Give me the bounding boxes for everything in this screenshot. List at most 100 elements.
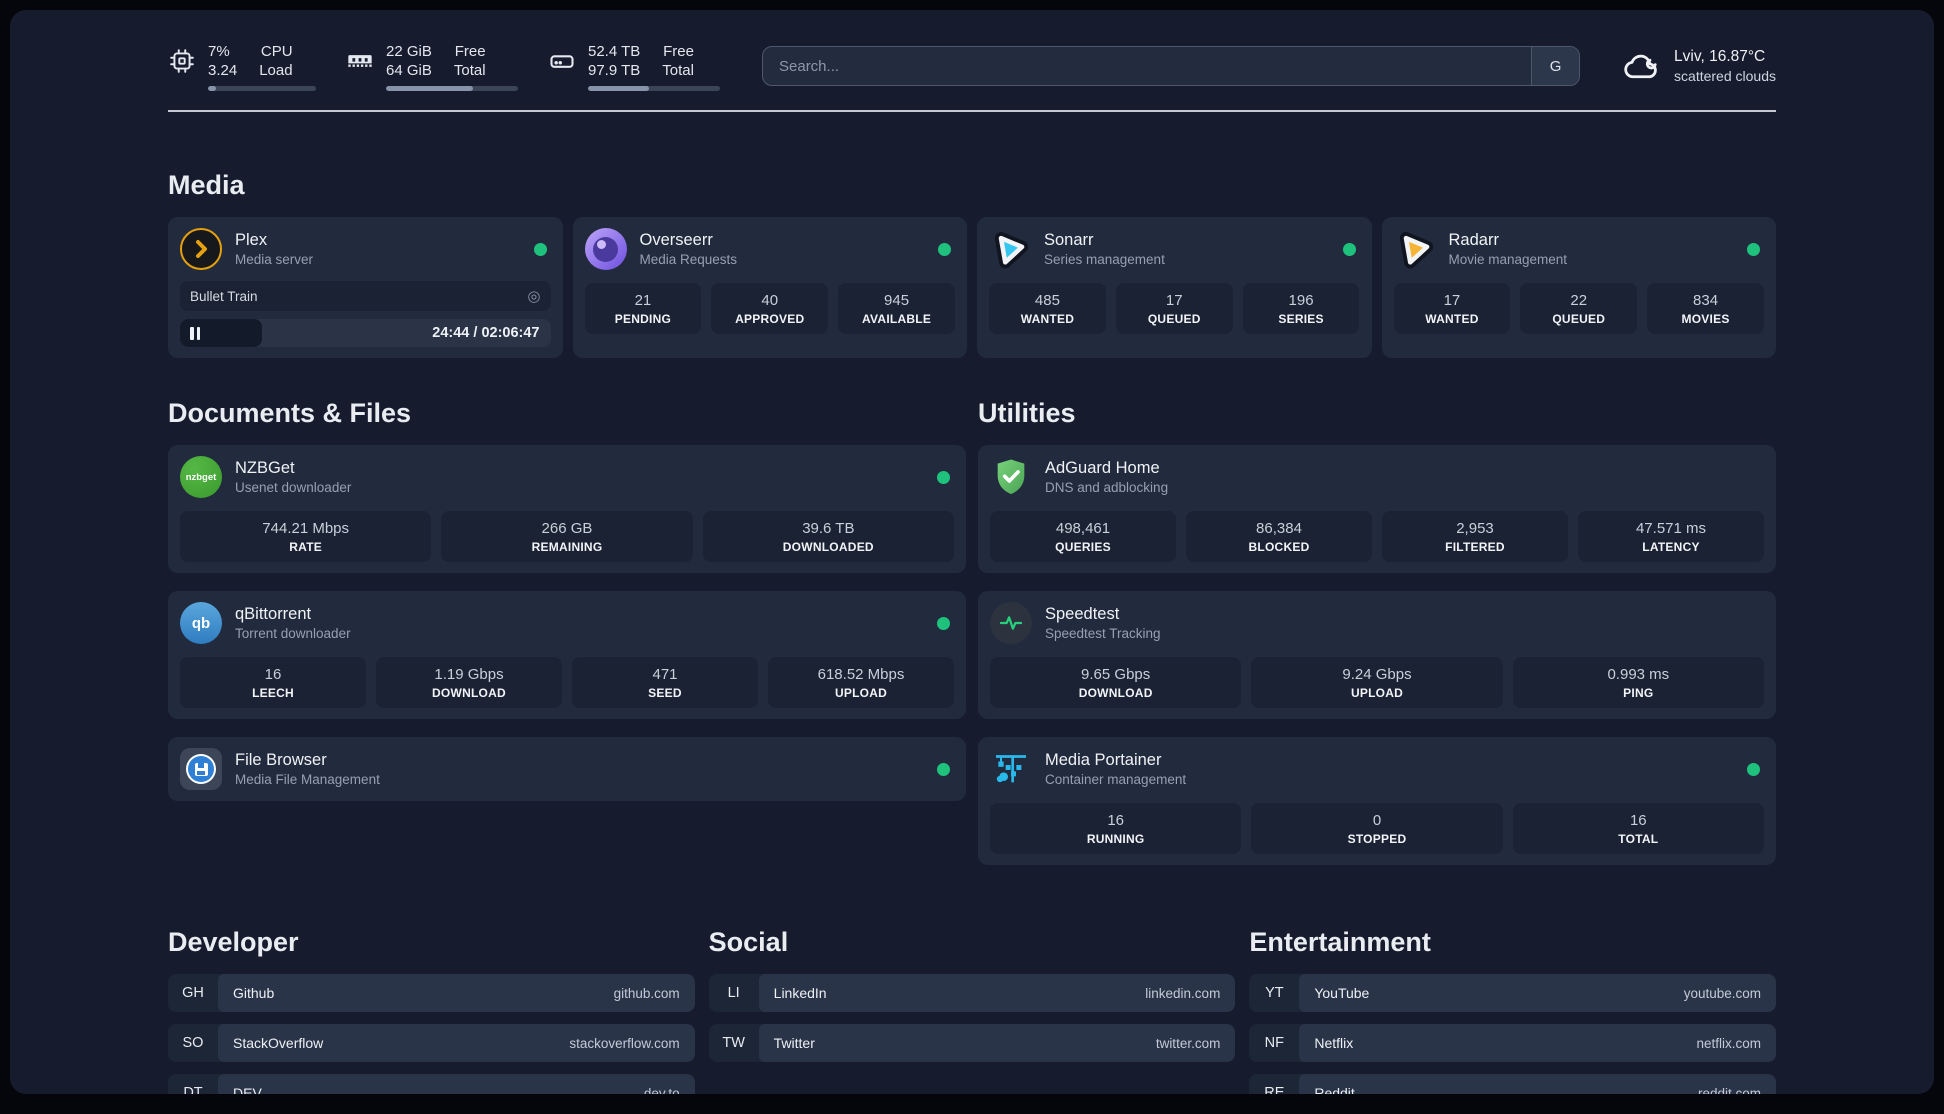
bookmark-abbr: NF (1264, 1035, 1284, 1051)
service-card-portainer[interactable]: Media Portainer Container management 16 … (978, 737, 1776, 865)
stat-tile: 86,384 BLOCKED (1186, 511, 1372, 562)
service-card-speedtest[interactable]: Speedtest Speedtest Tracking 9.65 Gbps D… (978, 591, 1776, 719)
stat-tile: 0.993 ms PING (1512, 657, 1764, 708)
search-provider-button[interactable]: G (1531, 47, 1580, 85)
bookmark-netflix[interactable]: NF Netflix netflix.com (1249, 1024, 1776, 1062)
service-name: Sonarr (1044, 230, 1094, 249)
bookmark-group-developer: Developer GH Github github.com SO StackOv… (168, 927, 695, 1094)
stat-value: 0 (1372, 812, 1382, 829)
section-title-entertainment: Entertainment (1249, 927, 1431, 957)
bookmark-name: Twitter (773, 1035, 815, 1051)
stat-label: WANTED (1425, 312, 1479, 326)
stat-value: 16 (264, 666, 282, 683)
stat-label: QUERIES (1055, 540, 1111, 554)
bookmark-abbr: LI (727, 985, 740, 1001)
stat-label: RATE (289, 540, 323, 554)
stat-value: 21 (634, 292, 652, 309)
stat-label: LEECH (252, 686, 294, 700)
bookmark-youtube[interactable]: YT YouTube youtube.com (1249, 974, 1776, 1012)
bookmark-dev[interactable]: DT DEV dev.to (168, 1074, 695, 1094)
bookmark-url: youtube.com (1683, 985, 1761, 1001)
stat-value: 9.24 Gbps (1342, 666, 1412, 683)
stat-value: 2,953 (1456, 520, 1494, 537)
bookmark-url: twitter.com (1155, 1035, 1221, 1051)
weather-widget: Lviv, 16.87°C scattered clouds (1622, 47, 1776, 85)
disk-total-value: 97.9 TB (588, 62, 641, 79)
service-name: Plex (235, 230, 268, 249)
bookmark-group-entertainment: Entertainment YT YouTube youtube.com NF N… (1249, 927, 1776, 1094)
stat-tile: 9.65 Gbps DOWNLOAD (990, 657, 1242, 708)
service-card-adguard[interactable]: AdGuard Home DNS and adblocking 498,461 … (978, 445, 1776, 573)
bookmark-github[interactable]: GH Github github.com (168, 974, 695, 1012)
bookmark-name: DEV (233, 1085, 262, 1094)
stat-value: 86,384 (1256, 520, 1302, 537)
resource-widgets: 7% 3.24 CPU Load 22 GiB 64 GiB Free Tota… (168, 42, 720, 91)
service-description: Series management (1044, 251, 1165, 267)
service-description: Media server (235, 251, 314, 267)
stat-label: QUEUED (1552, 312, 1606, 326)
cpu-icon (168, 47, 196, 75)
service-card-radarr[interactable]: Radarr Movie management 17 WANTED 22 QUE… (1381, 217, 1776, 358)
stat-value: 485 (1034, 292, 1060, 309)
qbittorrent-icon: qb (180, 602, 222, 644)
section-title-utilities: Utilities (978, 398, 1076, 428)
stat-label: AVAILABLE (862, 312, 932, 326)
playback-time: 24:44 / 02:06:47 (432, 325, 540, 341)
service-card-filebrowser[interactable]: File Browser Media File Management (168, 737, 966, 801)
service-card-overseerr[interactable]: Overseerr Media Requests 21 PENDING 40 A… (572, 217, 967, 358)
search-input[interactable] (763, 47, 1532, 85)
stat-label: REMAINING (531, 540, 603, 554)
stat-value: 17 (1165, 292, 1183, 309)
service-card-qbittorrent[interactable]: qb qBittorrent Torrent downloader 16 LEE… (168, 591, 966, 719)
bookmark-linkedin[interactable]: LI LinkedIn linkedin.com (708, 974, 1236, 1012)
stat-tile: 618.52 Mbps UPLOAD (768, 657, 954, 708)
service-card-nzbget[interactable]: nzbget NZBGet Usenet downloader 744.21 M… (168, 445, 966, 573)
stat-tile: 40 APPROVED (711, 283, 829, 334)
status-dot (533, 242, 547, 256)
service-name: File Browser (235, 750, 327, 769)
stat-tile: 266 GB REMAINING (441, 511, 693, 562)
service-card-sonarr[interactable]: Sonarr Series management 485 WANTED 17 Q… (977, 217, 1372, 358)
memory-total-value: 64 GiB (386, 62, 432, 79)
bookmark-reddit[interactable]: RE Reddit reddit.com (1249, 1074, 1776, 1094)
stat-tile: 17 WANTED (1393, 283, 1511, 334)
pause-icon (190, 326, 200, 340)
stat-tile: 47.571 ms LATENCY (1578, 511, 1764, 562)
bookmark-twitter[interactable]: TW Twitter twitter.com (708, 1024, 1236, 1062)
stat-value: 945 (884, 292, 910, 309)
service-description: Container management (1045, 771, 1187, 787)
disk-free-value: 52.4 TB (588, 42, 641, 60)
bookmark-abbr: GH (182, 985, 204, 1001)
now-playing-title: Bullet Train (190, 288, 258, 304)
bookmark-url: github.com (613, 985, 680, 1001)
stat-label: APPROVED (735, 312, 805, 326)
disk-usage-bar (588, 85, 720, 91)
service-name: Overseerr (639, 230, 713, 249)
service-description: Usenet downloader (235, 479, 352, 495)
disk-widget: 52.4 TB 97.9 TB Free Total (548, 42, 720, 91)
stat-tile: 485 WANTED (989, 283, 1106, 334)
service-card-plex[interactable]: Plex Media server Bullet Train ◎ 24:44 /… (168, 217, 563, 358)
dashboard-page: 7% 3.24 CPU Load 22 GiB 64 GiB Free Tota… (10, 10, 1934, 1094)
stat-tile: 2,953 FILTERED (1382, 511, 1568, 562)
bookmark-name: Netflix (1314, 1035, 1354, 1051)
section-media: Media Plex Media server Bullet Train ◎ 2… (168, 170, 1776, 358)
bookmark-stackoverflow[interactable]: SO StackOverflow stackoverflow.com (168, 1024, 695, 1062)
service-name: qBittorrent (235, 604, 312, 623)
memory-usage-bar (386, 85, 518, 91)
stat-value: 16 (1107, 812, 1124, 829)
stat-value: 1.19 Gbps (434, 666, 504, 683)
stat-tile: 498,461 QUERIES (990, 511, 1176, 562)
stat-value: 834 (1693, 292, 1719, 309)
memory-icon (346, 47, 374, 75)
section-title-media: Media (168, 170, 245, 200)
disk-icon (548, 47, 576, 75)
cpu-usage-value: 7% (208, 42, 230, 60)
status-dot (937, 616, 950, 630)
cloud-icon (1622, 49, 1662, 83)
service-name: AdGuard Home (1045, 458, 1160, 477)
stat-label: RUNNING (1086, 832, 1145, 846)
sonarr-icon (989, 228, 1031, 270)
stat-value: 744.21 Mbps (262, 520, 350, 537)
service-name: NZBGet (235, 458, 295, 477)
